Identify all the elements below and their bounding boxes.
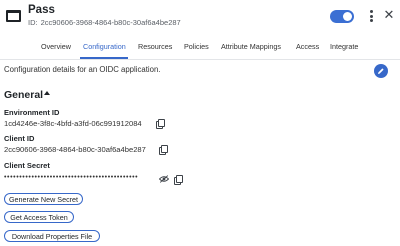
client-secret-label: Client Secret [4, 161, 50, 170]
app-id-prefix: ID: [28, 18, 38, 27]
enable-toggle[interactable] [330, 10, 354, 23]
tab-configuration[interactable]: Configuration [83, 42, 126, 51]
generate-new-secret-button[interactable]: Generate New Secret [4, 193, 83, 205]
tab-resources[interactable]: Resources [138, 42, 172, 51]
app-name: Pass [28, 4, 55, 16]
get-access-token-button[interactable]: Get Access Token [4, 211, 74, 223]
tab-overview[interactable]: Overview [41, 42, 71, 51]
copy-icon[interactable] [174, 175, 183, 185]
tab-attribute-mappings[interactable]: Attribute Mappings [221, 42, 281, 51]
client-id-value: 2cc90606-3968-4864-b80c-30af6a4be287 [4, 145, 146, 154]
tab-policies[interactable]: Policies [184, 42, 209, 51]
app-id-value: 2cc90606-3968-4864-b80c-30af6a4be287 [40, 18, 181, 27]
app-window-icon [6, 10, 21, 22]
client-secret-value: ••••••••••••••••••••••••••••••••••••••••… [4, 174, 139, 181]
caret-up-icon[interactable] [44, 91, 50, 95]
page-description: Configuration details for an OIDC applic… [4, 65, 161, 74]
tab-access[interactable]: Access [296, 42, 319, 51]
copy-icon[interactable] [156, 119, 165, 129]
section-title-general: General [4, 89, 44, 101]
client-id-label: Client ID [4, 134, 35, 143]
edit-pencil-icon [378, 68, 384, 74]
tab-bar: Overview Configuration Resources Policie… [0, 38, 400, 58]
copy-icon[interactable] [159, 145, 168, 155]
eye-off-icon[interactable] [159, 175, 169, 183]
edit-button[interactable] [374, 64, 388, 78]
close-icon[interactable]: ✕ [383, 9, 395, 23]
download-properties-file-button[interactable]: Download Properties File [4, 230, 100, 242]
environment-id-label: Environment ID [4, 108, 60, 117]
kebab-menu-icon[interactable] [368, 10, 374, 24]
tab-integrate[interactable]: Integrate [330, 42, 358, 51]
tab-divider [0, 59, 400, 60]
app-id: ID: 2cc90606-3968-4864-b80c-30af6a4be287 [28, 18, 181, 27]
app-header: Pass ID: 2cc90606-3968-4864-b80c-30af6a4b… [0, 0, 400, 34]
environment-id-value: 1cd4246e-3f8c-4bfd-a3fd-06c991912084 [4, 119, 142, 128]
